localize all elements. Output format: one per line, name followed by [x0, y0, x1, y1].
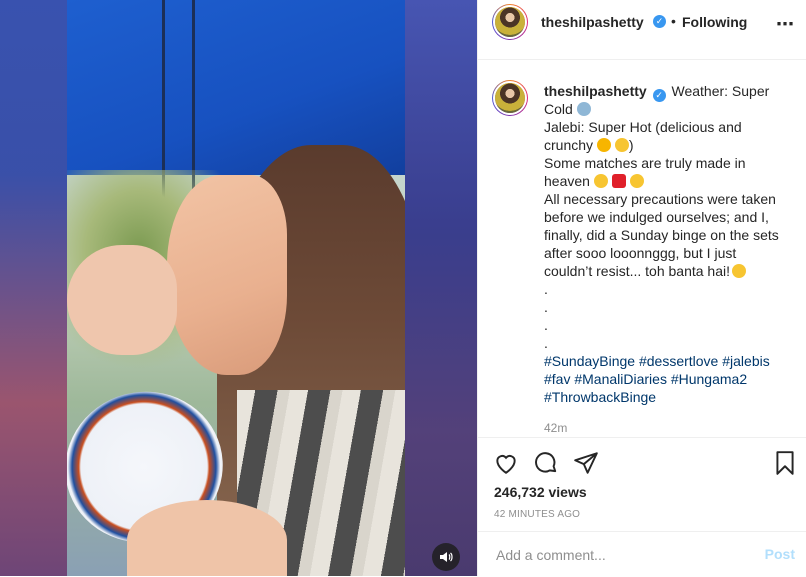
woman-hand-holding-plate [127, 500, 287, 576]
woman-hand [67, 245, 177, 355]
caption-text: after sooo looonnggg, but I just [544, 245, 737, 261]
speaker-icon [440, 552, 453, 562]
share-icon[interactable] [573, 450, 599, 476]
verified-badge-icon: ✓ [652, 89, 666, 102]
caption-username[interactable]: theshilpashetty [544, 83, 647, 99]
caption-text: Cold [544, 101, 573, 117]
caption-text: Jalebi: Super Hot (delicious and [544, 119, 742, 135]
verified-badge-icon: ✓ [653, 15, 666, 28]
caption-text: couldn’t resist... toh banta hai! [544, 263, 730, 279]
caption-text: before we indulged ourselves; and I, [544, 209, 769, 225]
more-options-icon[interactable]: ⋯ [776, 14, 795, 35]
grin-emoji-icon [593, 174, 608, 188]
caption-text: ) [628, 137, 634, 153]
cold-face-emoji-icon [576, 102, 591, 116]
post-comment-button[interactable]: Post [765, 546, 795, 562]
caption-text: crunchy [544, 137, 594, 153]
media-blur-left [0, 0, 67, 576]
caption-text: All necessary precautions were taken [544, 191, 776, 207]
comment-bar: Post [478, 531, 806, 577]
grin-emoji-icon [629, 174, 644, 188]
post-sidebar: theshilpashetty ✓ • Following ⋯ theshilp… [477, 0, 806, 576]
bookmark-icon[interactable] [772, 450, 798, 476]
caption-text: Some matches are truly made in [544, 155, 746, 171]
separator-dot: • [671, 13, 676, 29]
caption-avatar[interactable] [492, 80, 528, 116]
avatar[interactable] [492, 4, 528, 40]
caption-text: Weather: Super [671, 83, 770, 99]
caption: theshilpashetty ✓ Weather: Super Cold Ja… [544, 82, 789, 406]
post-header: theshilpashetty ✓ • Following ⋯ [478, 0, 806, 60]
shy-emoji-icon [732, 264, 746, 278]
view-count[interactable]: 246,732 views [494, 484, 587, 500]
caption-text: finally, did a Sunday binge on the sets [544, 227, 779, 243]
post-media[interactable] [0, 0, 477, 576]
yum-emoji-icon [614, 138, 629, 152]
woman-face [167, 175, 287, 375]
caption-time[interactable]: 42m [544, 421, 567, 435]
comment-input[interactable] [494, 546, 738, 564]
hashtag-link[interactable]: #ThrowbackBinge [544, 389, 656, 405]
caption-dot: . [544, 317, 548, 333]
heart-icon[interactable] [493, 450, 519, 476]
caption-dot: . [544, 335, 548, 351]
post-timestamp: 42 MINUTES AGO [494, 509, 581, 520]
hashtag-link[interactable]: #SundayBinge #dessertlove #jalebis [544, 353, 770, 369]
header-username[interactable]: theshilpashetty [541, 14, 644, 30]
caption-dot: . [544, 299, 548, 315]
post-video[interactable] [67, 0, 405, 576]
red-heart-emoji-icon [611, 174, 626, 188]
hashtag-link[interactable]: #fav #ManaliDiaries #Hungama2 [544, 371, 747, 387]
following-button[interactable]: Following [682, 14, 747, 30]
sound-toggle-button[interactable] [432, 543, 460, 571]
comment-icon[interactable] [533, 450, 559, 476]
caption-text: heaven [544, 173, 590, 189]
caption-dot: . [544, 281, 548, 297]
heart-eyes-emoji-icon [596, 138, 611, 152]
action-bar [478, 437, 806, 482]
media-blur-right [405, 0, 477, 576]
